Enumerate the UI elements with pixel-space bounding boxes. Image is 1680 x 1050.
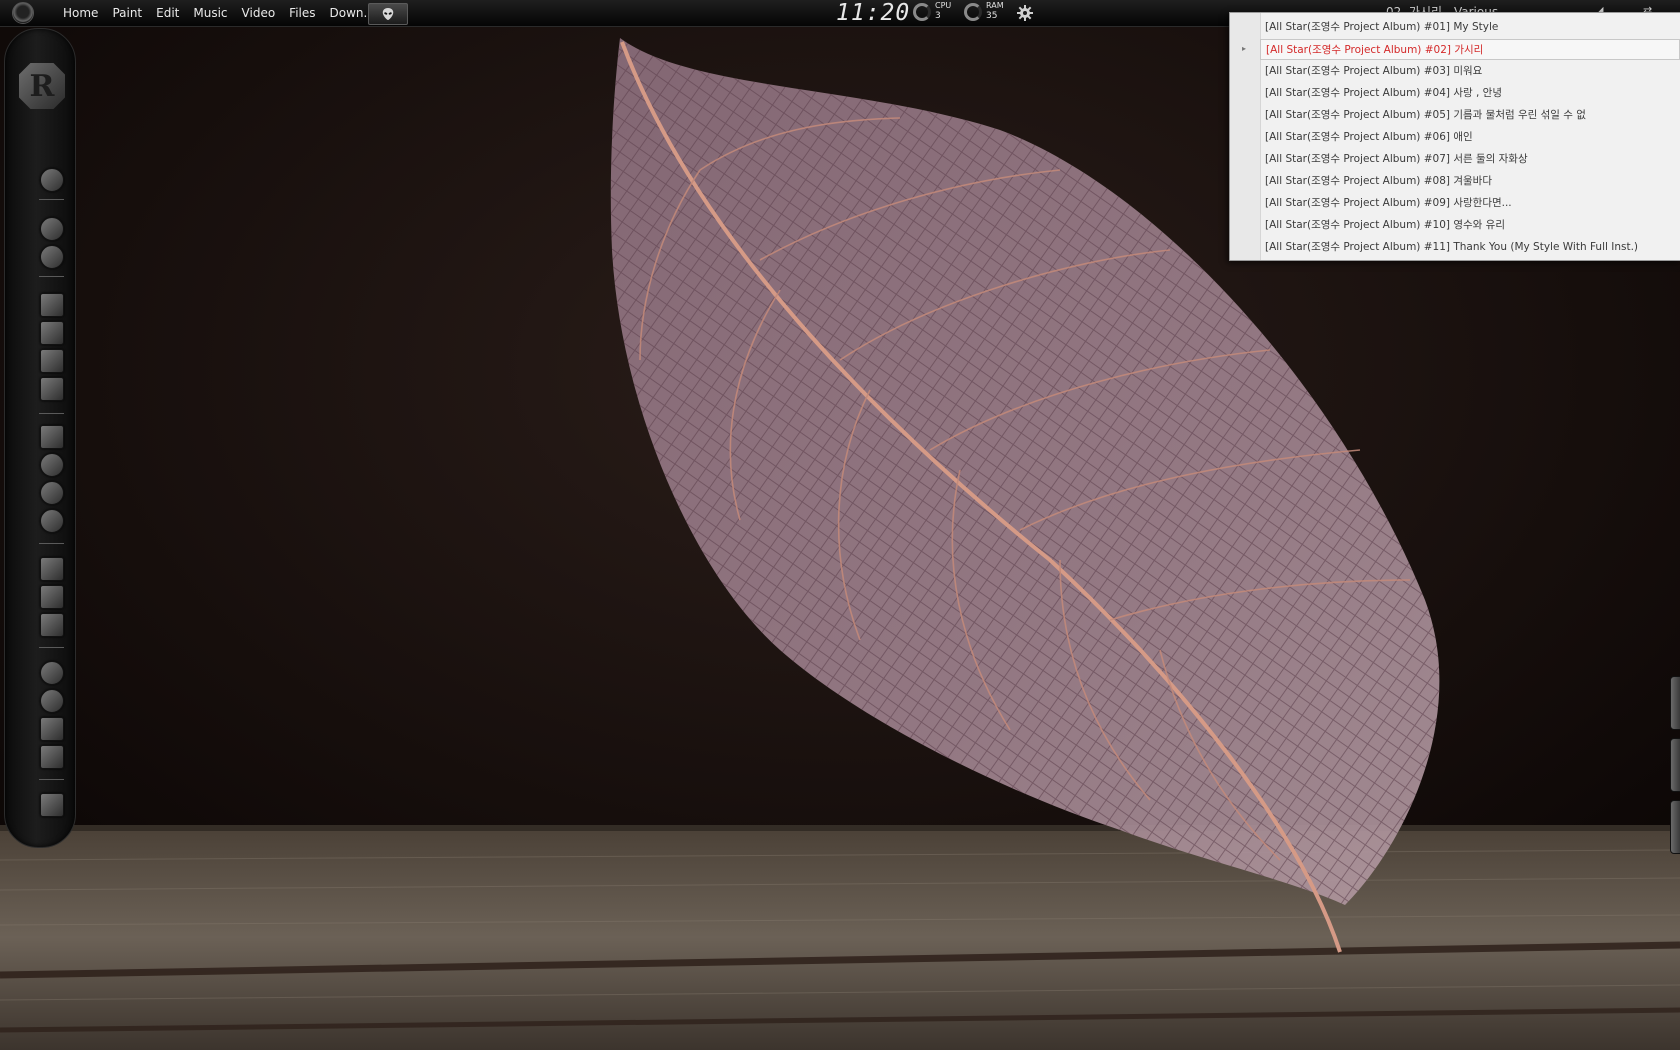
- start-orb-button[interactable]: [12, 2, 34, 24]
- menu-item-home[interactable]: Home: [63, 6, 98, 20]
- settings-icon[interactable]: [40, 689, 64, 713]
- user-icon[interactable]: [40, 661, 64, 685]
- dock-separator: [39, 276, 64, 277]
- ram-value: 35: [986, 11, 998, 21]
- cpu-ring-icon: [913, 3, 931, 21]
- playlist-popup: ▸ [All Star(조영수 Project Album) #01] My S…: [1229, 12, 1680, 261]
- main-menu: Home Paint Edit Music Video Files Down..…: [63, 0, 389, 26]
- internet-explorer-icon[interactable]: [40, 245, 64, 269]
- ram-gauge: RAM 35: [964, 1, 1010, 24]
- cpu-value: 3: [935, 11, 941, 21]
- edge-handle[interactable]: [1670, 800, 1680, 854]
- edge-handle[interactable]: [1670, 676, 1680, 730]
- computer-icon[interactable]: [40, 717, 64, 741]
- firefox-icon[interactable]: [40, 217, 64, 241]
- playlist-item[interactable]: [All Star(조영수 Project Album) #06] 애인: [1260, 127, 1680, 148]
- playlist-item[interactable]: [All Star(조영수 Project Album) #05] 기름과 물처…: [1260, 105, 1680, 126]
- playlist-item[interactable]: [All Star(조영수 Project Album) #03] 미워요: [1260, 61, 1680, 82]
- windows-icon[interactable]: [40, 557, 64, 581]
- recycle-bin-icon[interactable]: [40, 793, 64, 817]
- rainmeter-icon[interactable]: [40, 745, 64, 769]
- power-icon[interactable]: [40, 168, 64, 192]
- feather-icon[interactable]: [40, 613, 64, 637]
- playlist-item[interactable]: [All Star(조영수 Project Album) #11] Thank …: [1260, 237, 1680, 258]
- dock-separator: [39, 199, 64, 200]
- left-dock: R: [4, 28, 76, 848]
- image-editor-icon[interactable]: [40, 321, 64, 345]
- music-note-icon[interactable]: [40, 481, 64, 505]
- playlist-item[interactable]: [All Star(조영수 Project Album) #08] 겨울바다: [1260, 171, 1680, 192]
- dock-logo[interactable]: R: [19, 63, 65, 109]
- network-icon[interactable]: [40, 585, 64, 609]
- edge-handle[interactable]: [1670, 738, 1680, 792]
- dock-separator: [39, 543, 64, 544]
- clock-display: 11:20: [836, 0, 911, 26]
- ram-ring-icon: [964, 3, 982, 21]
- alien-menu-button[interactable]: [368, 3, 408, 25]
- info-icon[interactable]: [40, 509, 64, 533]
- menu-item-paint[interactable]: Paint: [112, 6, 142, 20]
- playlist-item[interactable]: [All Star(조영수 Project Album) #09] 사랑한다면.…: [1260, 193, 1680, 214]
- phone-icon[interactable]: [40, 425, 64, 449]
- media-player-icon[interactable]: [40, 453, 64, 477]
- playlist-item[interactable]: [All Star(조영수 Project Album) #04] 사랑 , 안…: [1260, 83, 1680, 104]
- menu-item-music[interactable]: Music: [193, 6, 227, 20]
- cpu-gauge: CPU 3: [913, 1, 959, 24]
- gear-icon[interactable]: [1016, 4, 1034, 22]
- menu-item-files[interactable]: Files: [289, 6, 315, 20]
- notepad-icon[interactable]: [40, 349, 64, 373]
- pen-tool-icon[interactable]: [40, 293, 64, 317]
- menu-item-edit[interactable]: Edit: [156, 6, 179, 20]
- playlist-item-selected[interactable]: [All Star(조영수 Project Album) #02] 가시리: [1260, 39, 1680, 60]
- playlist-item[interactable]: [All Star(조영수 Project Album) #10] 영수와 유리: [1260, 215, 1680, 236]
- current-track-marker-icon: ▸: [1242, 44, 1247, 53]
- playlist-item[interactable]: [All Star(조영수 Project Album) #01] My Sty…: [1260, 17, 1680, 38]
- alien-head-icon: [382, 8, 394, 20]
- dock-separator: [39, 413, 64, 414]
- playlist-item[interactable]: [All Star(조영수 Project Album) #07] 서른 둘의 …: [1260, 149, 1680, 170]
- dock-separator: [39, 647, 64, 648]
- cpu-label: CPU: [935, 1, 952, 10]
- dock-separator: [39, 779, 64, 780]
- document-icon[interactable]: [40, 377, 64, 401]
- menu-item-video[interactable]: Video: [242, 6, 276, 20]
- dock-logo-letter: R: [29, 68, 55, 104]
- ram-label: RAM: [986, 1, 1004, 10]
